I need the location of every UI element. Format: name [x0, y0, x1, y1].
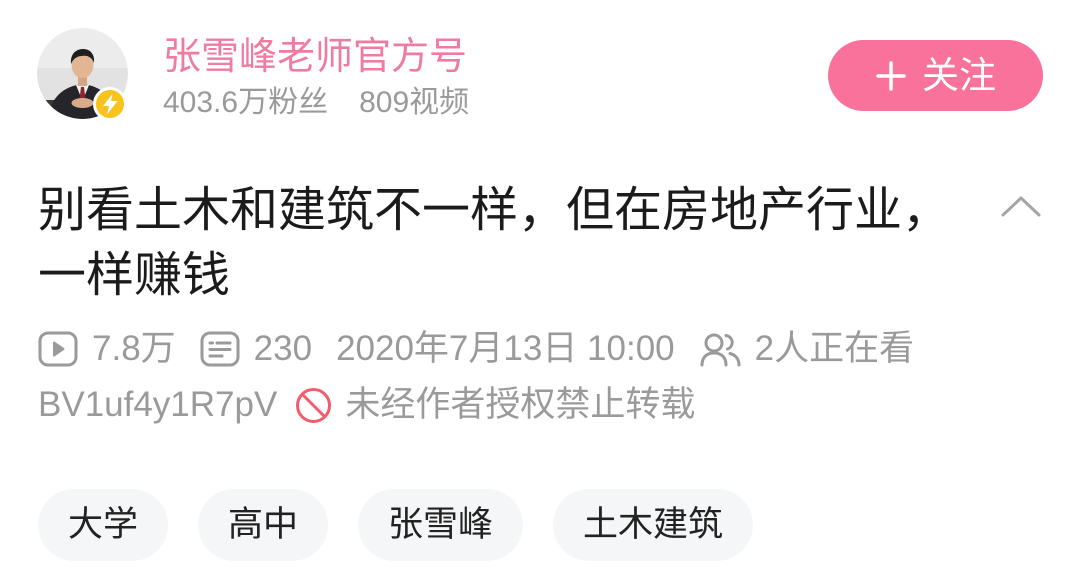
tag-list: 大学 高中 张雪峰 土木建筑 [38, 489, 754, 561]
play-icon [38, 331, 78, 367]
watching-count-text: 2人正在看 [754, 329, 915, 368]
uploader-stats: 403.6万粉丝 809视频 [163, 85, 469, 121]
uploader-name[interactable]: 张雪峰老师官方号 [163, 37, 467, 77]
copyright-notice-text: 未经作者授权禁止转载 [345, 385, 696, 424]
tag-chip[interactable]: 张雪峰 [358, 489, 524, 561]
collapse-button[interactable] [1000, 193, 1042, 219]
follower-count: 403.6万粉丝 [163, 86, 329, 119]
video-title: 别看土木和建筑不一样，但在房地产行业，一样赚钱 [38, 184, 951, 302]
tag-chip[interactable]: 土木建筑 [553, 489, 754, 561]
danmaku-count-text: 230 [253, 329, 313, 368]
chevron-up-icon [1001, 196, 1041, 217]
publish-time-text: 2020年7月13日 10:00 [336, 329, 675, 368]
follow-button-label: 关注 [922, 55, 996, 96]
publish-time: 2020年7月13日 10:00 [336, 327, 675, 371]
bvid: BV1uf4y1R7pV [38, 385, 278, 424]
plus-icon [876, 60, 906, 91]
tag-chip[interactable]: 大学 [38, 489, 169, 561]
danmaku-icon [200, 331, 240, 367]
watching-count: 2人正在看 [699, 327, 914, 371]
video-meta: 7.8万 230 2020年7月13日 10:00 2人正在看 BV1uf4y1… [38, 327, 1038, 427]
verified-lightning-icon [93, 87, 127, 121]
danmaku-count: 230 [200, 327, 312, 371]
forbidden-icon [296, 387, 332, 423]
avatar[interactable] [37, 28, 128, 121]
video-id-row: BV1uf4y1R7pV 未经作者授权禁止转载 [38, 383, 695, 427]
video-stats-row: 7.8万 230 2020年7月13日 10:00 2人正在看 [38, 327, 938, 371]
follow-button[interactable]: 关注 [828, 40, 1043, 111]
tag-chip[interactable]: 高中 [198, 489, 329, 561]
viewers-icon [700, 333, 741, 367]
video-count: 809视频 [359, 86, 470, 119]
copyright-notice: 未经作者授权禁止转载 [295, 383, 695, 427]
uploader-header: 张雪峰老师官方号 403.6万粉丝 809视频 关注 [0, 0, 1079, 140]
play-count: 7.8万 [38, 327, 176, 371]
play-count-text: 7.8万 [92, 329, 176, 368]
